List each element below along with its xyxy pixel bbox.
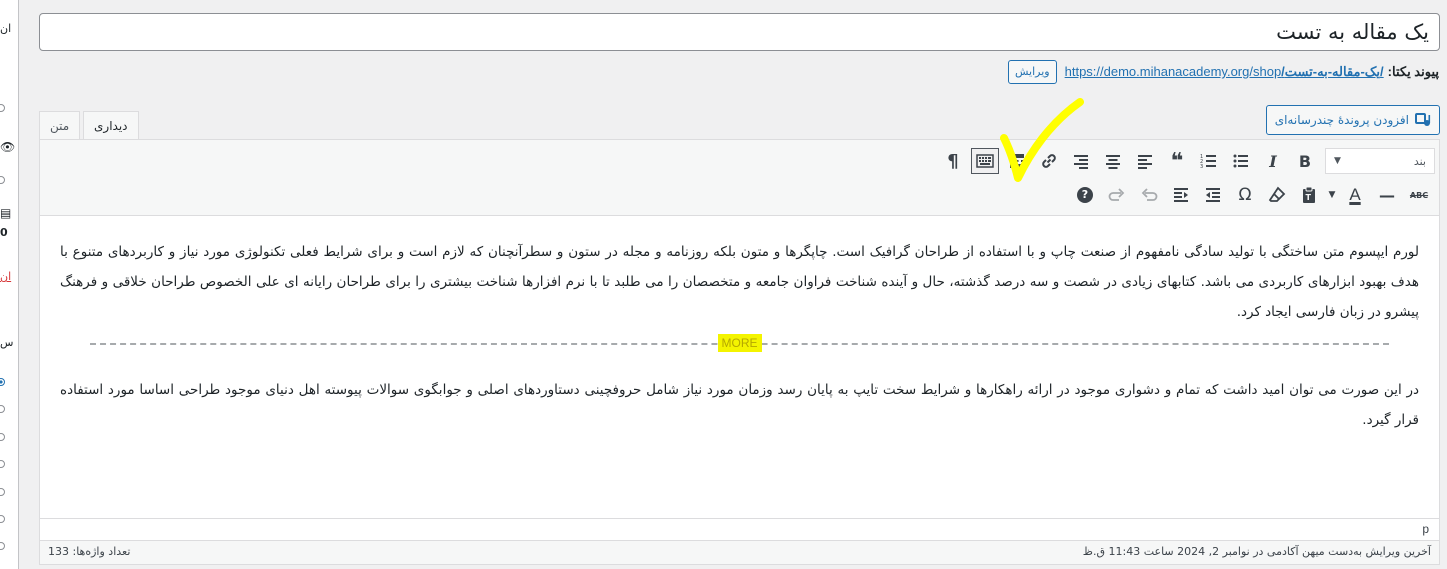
editor-content[interactable]: لورم ایپسوم متن ساختگی با تولید سادگی نا… (40, 217, 1439, 519)
permalink-label: پیوند یکتا: (1387, 64, 1439, 79)
add-media-button[interactable]: افزودن پروندهٔ چندرسانه‌ای (1265, 105, 1440, 135)
text-color-icon[interactable]: A (1339, 181, 1371, 209)
editor-toolbar: بند ▼ B I 123 ❝ ¶ ABC — A ▼ T Ω ? (40, 140, 1439, 216)
trash-link-fragment[interactable]: ان (0, 270, 11, 283)
format-radio[interactable] (0, 378, 5, 386)
word-count: تعداد واژه‌ها: 133 (48, 545, 131, 558)
post-editor-screen: ان 👁 ▤ 0 ان س پیوند یکتا: https://demo.m… (0, 0, 1447, 569)
clear-format-icon[interactable] (1261, 181, 1293, 209)
align-right-icon[interactable] (1065, 147, 1097, 175)
editor-status-bar: تعداد واژه‌ها: 133 آخرین ویرایش به‌دست م… (40, 540, 1439, 564)
rtl-icon[interactable]: ¶ (937, 147, 969, 175)
format-select[interactable]: بند ▼ (1325, 148, 1435, 174)
toolbar-row-2: ABC — A ▼ T Ω ? (1069, 180, 1435, 210)
toolbar-row-1: بند ▼ B I 123 ❝ ¶ (937, 146, 1435, 176)
redo-icon[interactable] (1101, 181, 1133, 209)
help-glyph: ? (1077, 187, 1093, 203)
eye-icon: 👁 (0, 140, 16, 154)
read-more-separator: MORE (90, 331, 1389, 365)
format-radio[interactable] (0, 515, 5, 523)
post-title-input[interactable] (39, 13, 1440, 51)
format-radio[interactable] (0, 460, 5, 468)
format-radio[interactable] (0, 433, 5, 441)
format-select-value: بند (1413, 154, 1426, 168)
permalink-base-url: https://demo.mihanacademy.org/shop (1064, 64, 1282, 79)
blockquote-icon[interactable]: ❝ (1161, 147, 1193, 175)
chevron-down-icon: ▼ (1334, 156, 1341, 166)
align-center-icon[interactable] (1097, 147, 1129, 175)
read-more-icon[interactable] (1001, 147, 1033, 175)
format-radio[interactable] (0, 405, 5, 413)
format-radio[interactable] (0, 542, 5, 550)
element-path[interactable]: p (1422, 522, 1429, 536)
help-icon[interactable]: ? (1069, 181, 1101, 209)
content-paragraph: در این صورت می توان امید داشت که تمام و … (60, 382, 1419, 428)
bold-icon[interactable]: B (1289, 147, 1321, 175)
paste-text-icon[interactable]: T (1293, 181, 1325, 209)
status-dot-icon (0, 104, 5, 112)
svg-text:3: 3 (1200, 164, 1203, 170)
format-radio[interactable] (0, 488, 5, 496)
italic-icon[interactable]: I (1257, 147, 1289, 175)
undo-icon[interactable] (1133, 181, 1165, 209)
toolbar-toggle-icon[interactable] (971, 148, 999, 174)
clock-icon (0, 176, 5, 184)
outdent-icon[interactable] (1197, 181, 1229, 209)
permalink-link[interactable]: https://demo.mihanacademy.org/shop/یک-مق… (1065, 64, 1384, 80)
horizontal-line-icon[interactable]: — (1371, 181, 1403, 209)
sidebar-fragment-text: ان (0, 22, 12, 35)
svg-text:T: T (1306, 193, 1312, 202)
align-left-icon[interactable] (1129, 147, 1161, 175)
publish-sidebar-fragment: ان 👁 ▤ 0 ان س (0, 0, 19, 569)
more-tag: MORE (717, 334, 762, 352)
link-icon[interactable] (1033, 147, 1065, 175)
strikethrough-icon[interactable]: ABC (1403, 181, 1435, 209)
bullet-list-icon[interactable] (1225, 147, 1257, 175)
special-char-icon[interactable]: Ω (1229, 181, 1261, 209)
add-media-label: افزودن پروندهٔ چندرسانه‌ای (1274, 113, 1409, 127)
media-icon (1415, 113, 1431, 126)
content-paragraph: لورم ایپسوم متن ساختگی با تولید سادگی نا… (60, 244, 1419, 320)
tab-text[interactable]: متن (39, 111, 81, 140)
editor: بند ▼ B I 123 ❝ ¶ ABC — A ▼ T Ω ? لورم ا… (39, 139, 1440, 565)
tab-visual[interactable]: دیداری (83, 111, 139, 141)
last-edited: آخرین ویرایش به‌دست میهن آکادمی در نوامب… (1082, 545, 1431, 558)
indent-icon[interactable] (1165, 181, 1197, 209)
permalink-edit-button[interactable]: ویرایش (1008, 60, 1057, 84)
numbered-list-icon[interactable]: 123 (1193, 147, 1225, 175)
calendar-icon: ▤ (0, 206, 12, 220)
sidebar-fragment-number: 0 (0, 226, 8, 239)
element-path-bar: p (40, 518, 1439, 540)
format-box-label-fragment: س (0, 336, 14, 349)
dropdown-icon[interactable]: ▼ (1325, 181, 1339, 209)
permalink-row: پیوند یکتا: https://demo.mihanacademy.or… (1008, 59, 1439, 85)
permalink-slug: /یک-مقاله-به-تست/ (1281, 64, 1384, 79)
